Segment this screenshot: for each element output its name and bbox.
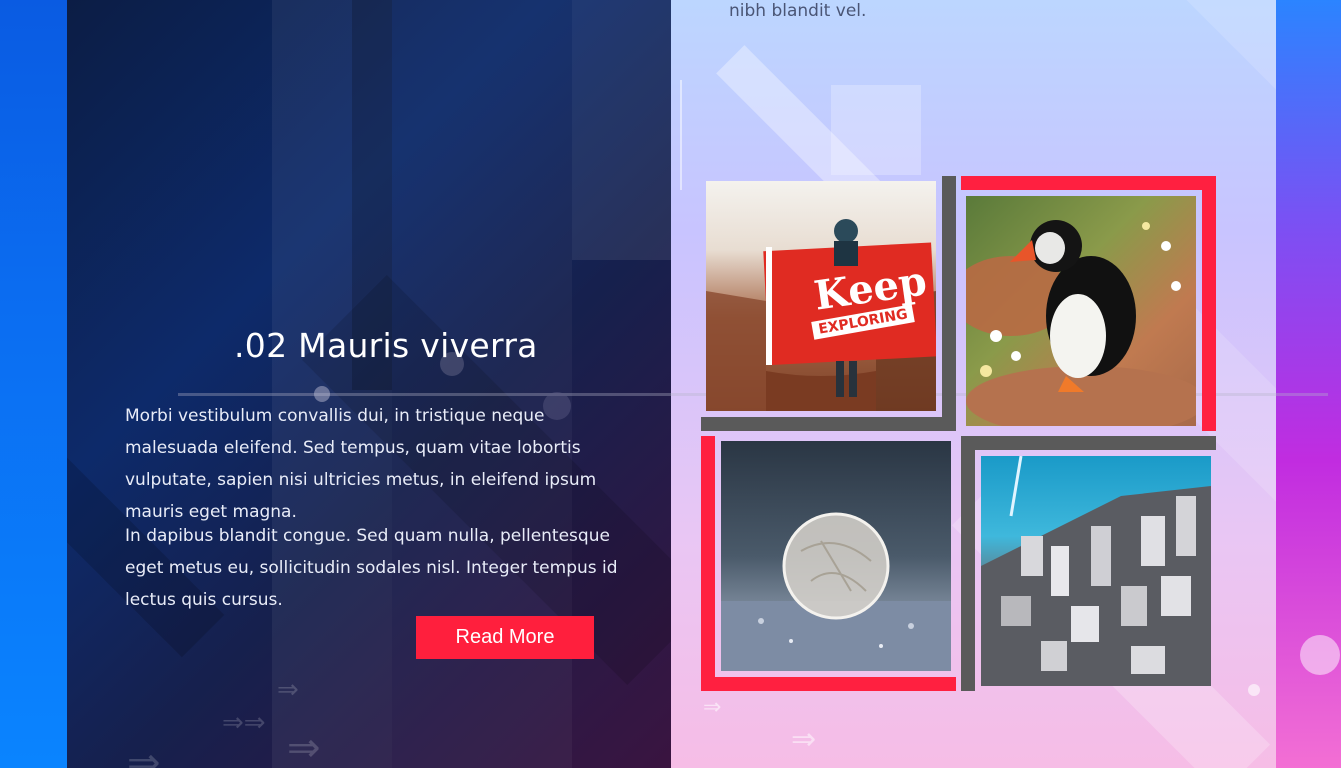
photo-frame-bar (961, 176, 1216, 190)
photo-frame-bar (701, 677, 956, 691)
decor-node (1300, 635, 1340, 675)
photo-frame-bar (961, 436, 975, 691)
previous-paragraph-fragment: nibh blandit vel. (729, 1, 867, 21)
arrow-decor-icon: ⇒ (703, 695, 722, 720)
photo-aerial-city[interactable] (981, 456, 1211, 686)
read-more-button[interactable]: Read More (416, 616, 594, 659)
photo-frame-bar (701, 417, 956, 431)
city-illustration (981, 456, 1211, 686)
photo-traveler-flag[interactable]: Keep EXPLORING (706, 181, 936, 411)
decor-diagonal (1022, 0, 1276, 204)
photo-frame-bar (701, 436, 715, 691)
decor-band (572, 0, 671, 260)
arrow-decor-icon: ⇒ (287, 725, 321, 768)
section-title: .02 Mauris viverra (234, 326, 538, 365)
photo-puffin[interactable] (966, 196, 1196, 426)
decor-line (680, 80, 682, 190)
photo-frame-bar (942, 176, 956, 431)
arrow-decor-icon: ⇒⇒ (222, 708, 266, 738)
arrow-decor-icon: ⇒ (277, 675, 299, 705)
photo-frozen-bubble[interactable] (721, 441, 951, 671)
bubble-illustration (721, 512, 951, 671)
section-paragraph-2: In dapibus blandit congue. Sed quam null… (125, 526, 618, 610)
photo-frame-bar (961, 436, 1216, 450)
decor-node (1248, 684, 1260, 696)
section-paragraph-1: Morbi vestibulum convallis dui, in trist… (125, 406, 597, 522)
puffin-illustration (966, 220, 1196, 426)
arrow-decor-icon: ⇒ (791, 722, 817, 757)
decor-square (831, 85, 921, 175)
left-edge-band (0, 0, 67, 768)
arrow-decor-icon: ⇒ (127, 740, 161, 768)
photo-frame-bar (1202, 176, 1216, 431)
